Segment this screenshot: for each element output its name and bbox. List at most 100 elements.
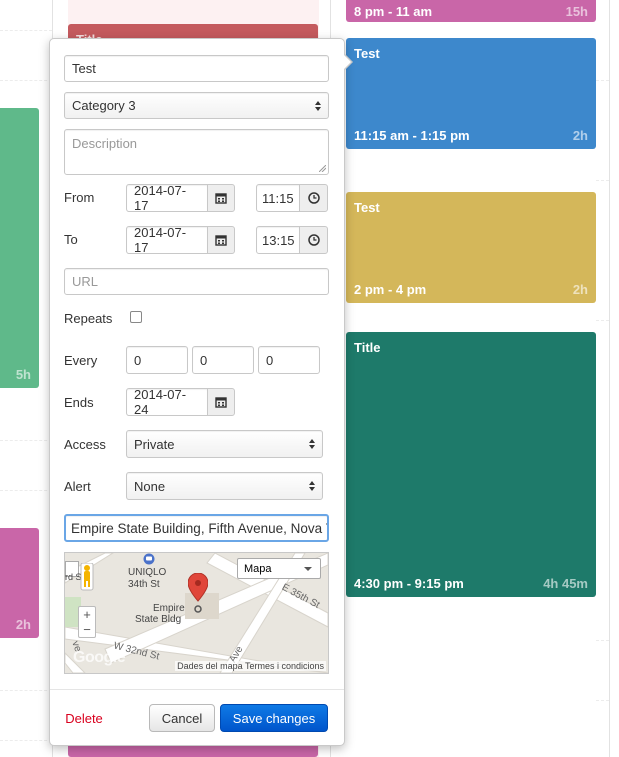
resize-grip-icon[interactable] [319,165,326,172]
access-select[interactable]: Private [126,430,323,458]
to-time-input[interactable]: 13:15 [256,226,300,254]
clock-icon [307,234,320,246]
location-map[interactable]: rd St + − UNIQLO 34th St Empire State Bl… [64,552,329,674]
select-caret-icon [315,100,321,111]
ends-label: Ends [64,395,94,410]
delete-button-label: Delete [65,710,103,726]
event-right-2[interactable]: Test 11:15 am - 1:15 pm 2h [346,38,596,149]
hour-line [0,80,52,81]
save-changes-button[interactable]: Save changes [220,704,328,732]
map-label: 34th St [128,579,160,590]
event-left-green[interactable]: 5h [0,108,39,388]
description-placeholder: Description [72,136,138,151]
event-time: 11:15 am - 1:15 pm [354,128,470,143]
pegman-icon[interactable] [79,563,95,591]
from-time-value: 11:15 [262,190,294,206]
map-label: UNIQLO [128,567,167,578]
event-duration: 15h [565,4,588,19]
to-date-value: 2014-07-17 [134,225,187,255]
footer-divider [50,689,344,690]
to-time-picker-button[interactable] [299,226,328,254]
repeats-label: Repeats [64,311,113,326]
repeats-checkbox[interactable] [130,311,142,323]
calendar-icon [215,193,227,204]
to-date-picker-button[interactable] [207,226,235,254]
description-textarea[interactable]: Description [64,129,329,175]
map-terms-link[interactable]: Dades del mapa Termes i condicions [175,661,326,671]
popover-arrow [343,53,353,71]
title-input[interactable]: Test [64,55,329,82]
every-label: Every [64,353,98,368]
map-label: Empire [153,603,185,614]
select-caret-icon [309,481,315,491]
hour-line [0,440,52,441]
map-type-select[interactable]: Mapa [237,558,321,579]
from-date-value: 2014-07-17 [134,183,187,213]
ends-date-picker-button[interactable] [207,388,235,416]
transit-icon [143,553,155,565]
every-input-1[interactable]: 0 [126,346,188,374]
event-right-4[interactable]: Title 4:30 pm - 9:15 pm 4h 45m [346,332,596,597]
clock-icon [307,192,320,204]
every-value: 0 [266,352,274,368]
to-time-value: 13:15 [262,232,295,248]
url-placeholder: URL [72,274,99,289]
ends-date-value: 2014-07-24 [134,387,187,417]
hour-line [0,490,52,491]
from-time-input[interactable]: 11:15 [256,184,300,212]
event-title: Title [354,340,381,355]
event-duration: 2h [572,128,588,143]
event-left-pink[interactable]: 2h [0,528,39,638]
ends-date-input[interactable]: 2014-07-24 [126,387,208,417]
to-date-input[interactable]: 2014-07-17 [126,225,208,255]
alert-select-value: None [134,478,166,494]
access-select-value: Private [134,436,175,452]
event-time: 4:30 pm - 9:15 pm [354,576,464,591]
location-input-value: Empire State Building, Fifth Avenue, Nov… [71,520,329,536]
location-input[interactable]: Empire State Building, Fifth Avenue, Nov… [64,514,329,542]
every-input-2[interactable]: 0 [192,346,254,374]
map-pin-icon[interactable] [188,573,208,613]
hour-line [596,180,609,181]
google-logo[interactable]: Google [73,649,126,667]
cancel-button[interactable]: Cancel [149,704,215,732]
map-type-value: Mapa [244,562,272,575]
every-input-3[interactable]: 0 [258,346,320,374]
from-date-input[interactable]: 2014-07-17 [126,183,208,213]
event-right-3[interactable]: Test 2 pm - 4 pm 2h [346,192,596,303]
map-label: State Bldg [135,614,182,625]
event-title: Test [354,46,380,61]
from-date-picker-button[interactable] [207,184,235,212]
select-caret-icon [309,439,315,449]
event-duration: 4h 45m [543,576,588,591]
event-title: 8 pm - 11 am [354,4,433,19]
event-edit-popover: Test Category 3 Description From 2014-07… [49,38,353,746]
alert-select[interactable]: None [126,472,323,500]
hour-line [596,320,609,321]
to-label: To [64,232,78,247]
hour-line [596,700,609,701]
calendar-icon [215,397,227,408]
title-input-value: Test [72,61,96,76]
every-value: 0 [134,352,142,368]
event-title: Test [354,200,380,215]
map-zoom-control: + − [78,606,96,638]
delete-button[interactable]: Delete [60,704,108,732]
zoom-in-button[interactable]: + [79,607,95,622]
event-right-1[interactable]: 8 pm - 11 am 15h [346,0,596,22]
event-time: 2 pm - 4 pm [354,282,427,297]
column-divider [609,0,610,757]
url-input[interactable]: URL [64,268,329,295]
hour-line [0,30,52,31]
hour-line [0,690,52,691]
hour-line [596,80,609,81]
every-value: 0 [200,352,208,368]
from-time-picker-button[interactable] [299,184,328,212]
calendar-stage: Title 5h 2h 8 pm - 11 am 15h Test 11:15 … [0,0,619,757]
category-select[interactable]: Category 3 [64,92,329,119]
alert-label: Alert [64,479,91,494]
hour-line [0,740,52,741]
event-duration: 5h [15,367,31,382]
access-label: Access [64,437,106,452]
zoom-out-button[interactable]: − [79,623,95,638]
